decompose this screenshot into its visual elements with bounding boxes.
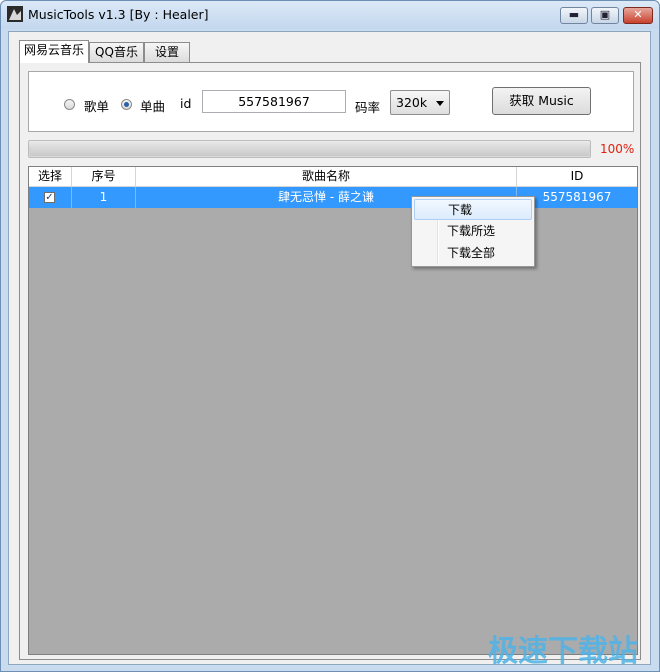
column-header-id[interactable]: ID bbox=[517, 167, 637, 187]
tab-qq-music[interactable]: QQ音乐 bbox=[89, 42, 144, 62]
radio-single[interactable] bbox=[121, 99, 132, 110]
tab-settings[interactable]: 设置 bbox=[144, 42, 190, 62]
app-window: MusicTools v1.3 [By : Healer] ▬ ▣ ✕ 网易云音… bbox=[0, 0, 660, 672]
context-menu: 下载 下载所选 下载全部 bbox=[411, 196, 535, 267]
progress-percent: 100% bbox=[600, 142, 635, 156]
fetch-music-button[interactable]: 获取 Music bbox=[492, 87, 591, 115]
app-icon bbox=[7, 6, 23, 22]
column-header-select[interactable]: 选择 bbox=[29, 167, 72, 187]
bitrate-select[interactable]: 320k bbox=[390, 90, 450, 115]
progress-fill bbox=[30, 142, 589, 156]
tab-netease[interactable]: 网易云音乐 bbox=[19, 40, 89, 63]
radio-playlist-label[interactable]: 歌单 bbox=[84, 96, 109, 115]
tab-panel: 歌单 单曲 id 557581967 码率 320k 获取 Music 100%… bbox=[19, 62, 641, 660]
column-header-index[interactable]: 序号 bbox=[72, 167, 136, 187]
row-checkbox[interactable]: ✓ bbox=[44, 192, 55, 203]
minimize-button[interactable]: ▬ bbox=[560, 7, 588, 24]
watermark: 极速下载站 bbox=[488, 634, 638, 669]
column-header-name[interactable]: 歌曲名称 bbox=[136, 167, 517, 187]
chevron-down-icon bbox=[436, 101, 444, 106]
maximize-button[interactable]: ▣ bbox=[591, 7, 619, 24]
search-group: 歌单 单曲 id 557581967 码率 320k 获取 Music bbox=[28, 71, 634, 132]
id-label: id bbox=[180, 96, 192, 111]
row-select-cell[interactable]: ✓ bbox=[29, 187, 72, 208]
close-button[interactable]: ✕ bbox=[623, 7, 653, 24]
row-index: 1 bbox=[72, 187, 136, 208]
bitrate-value: 320k bbox=[396, 95, 428, 110]
menu-item-download-selected[interactable]: 下载所选 bbox=[414, 221, 532, 242]
window-title: MusicTools v1.3 [By : Healer] bbox=[28, 7, 209, 22]
table-row[interactable]: ✓ 1 肆无忌惮 - 薛之谦 557581967 bbox=[29, 187, 637, 208]
bitrate-label: 码率 bbox=[355, 100, 381, 115]
song-table[interactable]: 选择 序号 歌曲名称 ID ✓ 1 肆无忌惮 - 薛之谦 557581967 bbox=[28, 166, 638, 655]
menu-item-download[interactable]: 下载 bbox=[414, 199, 532, 220]
progress-bar bbox=[28, 140, 591, 158]
row-song-id: 557581967 bbox=[542, 190, 612, 204]
radio-playlist[interactable] bbox=[64, 99, 75, 110]
radio-single-label[interactable]: 单曲 bbox=[140, 96, 165, 115]
id-input[interactable]: 557581967 bbox=[202, 90, 346, 113]
title-bar[interactable]: MusicTools v1.3 [By : Healer] ▬ ▣ ✕ bbox=[1, 1, 659, 29]
menu-item-download-all[interactable]: 下载全部 bbox=[414, 243, 532, 264]
client-area: 网易云音乐 QQ音乐 设置 歌单 单曲 id 557581967 码率 320k… bbox=[8, 31, 651, 665]
